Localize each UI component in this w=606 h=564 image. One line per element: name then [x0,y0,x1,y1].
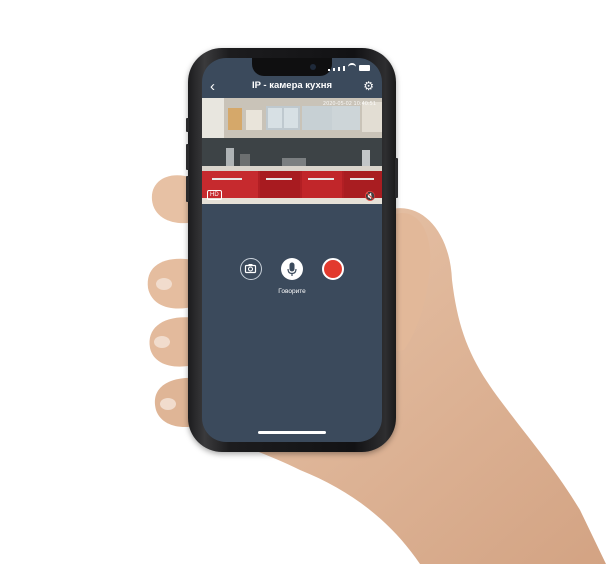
camera-controls [202,258,382,288]
phone-screen: ‹ IP - камера кухня ⚙ 2020-05-02 10:40:5… [202,58,382,442]
record-button[interactable] [322,258,344,280]
video-timestamp: 2020-05-02 10:40:51 [322,101,376,107]
signal-bar [343,66,345,71]
volume-up-button [186,144,189,170]
home-indicator[interactable] [258,431,326,434]
microphone-icon [287,262,297,276]
smartphone: ‹ IP - камера кухня ⚙ 2020-05-02 10:40:5… [186,48,398,452]
speaker-muted-icon[interactable]: 🔇 [365,191,376,201]
nav-bar: ‹ IP - камера кухня ⚙ [202,76,382,98]
camera-icon [244,264,257,274]
status-bar [202,58,382,76]
kitchen-scene [202,98,382,204]
volume-down-button [186,176,189,202]
microphone-button[interactable] [281,258,303,280]
signal-icon [328,69,330,71]
power-button [395,158,398,198]
talk-label: Говорите [278,288,306,295]
signal-bar [333,68,335,71]
snapshot-button[interactable] [240,258,262,280]
mute-switch [186,118,189,132]
wifi-icon [348,63,356,71]
page-title: IP - камера кухня [251,80,333,91]
camera-video-feed[interactable]: 2020-05-02 10:40:51 HD 🔇 [202,98,382,204]
gear-icon[interactable]: ⚙ [363,78,374,94]
hd-quality-button[interactable]: HD [207,190,222,200]
battery-icon [359,65,370,71]
signal-bar [338,67,340,71]
product-photo: ‹ IP - камера кухня ⚙ 2020-05-02 10:40:5… [0,0,606,564]
status-icons [328,63,370,71]
